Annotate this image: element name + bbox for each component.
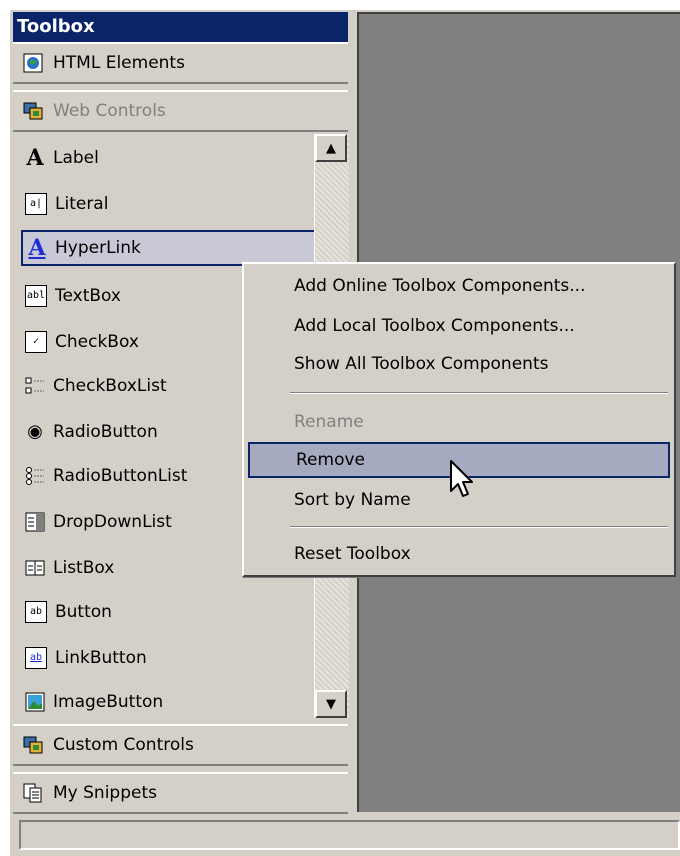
- button-icon: ab: [25, 601, 47, 623]
- toolbox-item-imagebutton[interactable]: ImageButton: [21, 684, 317, 720]
- radiobuttonlist-icon: [25, 466, 45, 486]
- menu-item-add-local-components[interactable]: Add Local Toolbox Components...: [248, 308, 670, 344]
- custom-controls-icon: [23, 735, 43, 755]
- mouse-pointer-icon: [450, 460, 473, 497]
- checkboxlist-icon: [25, 376, 45, 396]
- toolbox-item-hyperlink[interactable]: A HyperLink: [21, 230, 317, 266]
- scroll-up-arrow-icon: ▲: [326, 140, 336, 156]
- toolbox-item-button[interactable]: ab Button: [21, 594, 317, 630]
- toolbox-item-text: Button: [55, 602, 112, 622]
- status-bar: [19, 820, 680, 850]
- web-controls-icon: [23, 101, 43, 121]
- toolbox-item-text: RadioButton: [53, 422, 158, 442]
- menu-item-show-all-components[interactable]: Show All Toolbox Components: [248, 346, 670, 382]
- category-label: HTML Elements: [53, 53, 185, 73]
- toolbox-item-text: HyperLink: [55, 238, 141, 258]
- hyperlink-icon: A: [28, 235, 46, 261]
- literal-icon: a|: [25, 193, 47, 215]
- html-elements-icon: [23, 53, 43, 73]
- toolbox-item-text: Literal: [55, 194, 109, 214]
- scroll-up-button[interactable]: ▲: [315, 134, 347, 162]
- category-label: Custom Controls: [53, 735, 194, 755]
- linkbutton-icon: ab: [25, 647, 47, 669]
- toolbox-item-text: ImageButton: [53, 692, 164, 712]
- toolbox-item-literal[interactable]: a| Literal: [21, 186, 317, 222]
- toolbox-item-text: DropDownList: [53, 512, 172, 532]
- textbox-icon: abl: [25, 285, 47, 307]
- radiobutton-icon: ◉: [27, 421, 43, 442]
- menu-item-reset-toolbox[interactable]: Reset Toolbox: [248, 536, 670, 572]
- category-label: Web Controls: [53, 101, 166, 121]
- toolbox-item-text: ListBox: [53, 558, 115, 578]
- toolbox-item-label[interactable]: A Label: [21, 140, 317, 176]
- category-html-elements[interactable]: HTML Elements: [13, 42, 348, 84]
- menu-item-rename: Rename: [294, 412, 364, 432]
- toolbox-item-text: LinkButton: [55, 648, 147, 668]
- scroll-down-button[interactable]: ▼: [315, 690, 347, 718]
- category-web-controls[interactable]: Web Controls: [13, 90, 348, 132]
- label-icon: A: [26, 145, 44, 171]
- toolbox-item-linkbutton[interactable]: ab LinkButton: [21, 640, 317, 676]
- imagebutton-icon: [25, 692, 45, 712]
- toolbox-item-text: CheckBoxList: [53, 376, 167, 396]
- toolbox-title: Toolbox: [13, 12, 348, 42]
- listbox-icon: [25, 558, 45, 578]
- snippets-icon: [23, 783, 43, 803]
- toolbox-item-text: CheckBox: [55, 332, 139, 352]
- toolbox-item-text: TextBox: [55, 286, 121, 306]
- context-menu: Add Online Toolbox Components... Add Loc…: [242, 262, 676, 577]
- menu-separator: [290, 392, 668, 394]
- toolbox-item-text: Label: [53, 148, 99, 168]
- category-my-snippets[interactable]: My Snippets: [13, 772, 348, 814]
- scroll-down-arrow-icon: ▼: [326, 696, 336, 712]
- category-label: My Snippets: [53, 783, 157, 803]
- category-custom-controls[interactable]: Custom Controls: [13, 724, 348, 766]
- checkbox-icon: ✓: [25, 331, 47, 353]
- toolbox-item-text: RadioButtonList: [53, 466, 188, 486]
- dropdownlist-icon: [25, 512, 45, 532]
- menu-item-add-online-components[interactable]: Add Online Toolbox Components...: [248, 268, 670, 304]
- menu-separator: [290, 526, 668, 528]
